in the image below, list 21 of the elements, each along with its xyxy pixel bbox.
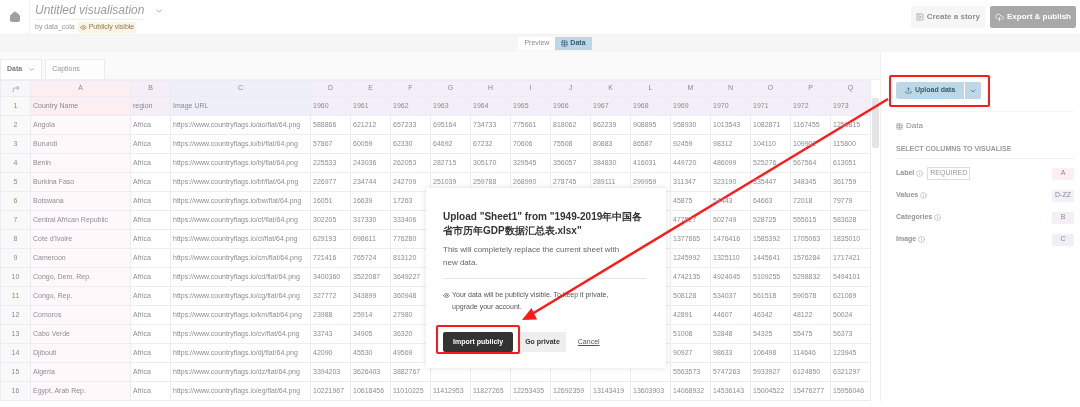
play-icon xyxy=(915,13,924,21)
corner-arrow-icon[interactable] xyxy=(11,84,20,93)
table-icon xyxy=(561,40,569,47)
chevron-down-icon xyxy=(28,66,36,73)
export-button[interactable]: Export & publish xyxy=(990,6,1076,28)
upload-icon xyxy=(904,87,912,94)
info-icon[interactable] xyxy=(920,192,928,199)
info-icon[interactable] xyxy=(934,214,942,221)
upload-options-button[interactable] xyxy=(965,82,981,99)
eye-icon xyxy=(443,292,450,299)
section-heading: Data xyxy=(906,120,923,132)
home-icon[interactable] xyxy=(8,11,21,23)
dialog-message: This will completely replace the current sheet with new data. xyxy=(443,244,621,269)
story-button[interactable]: Create a story xyxy=(910,6,985,28)
table-icon xyxy=(896,122,903,130)
visualisation-title[interactable]: Untitled visualisation xyxy=(35,1,145,21)
dialog-title: Upload "Sheet1" from "1949-2019年中国各省市历年GDP数据汇总表.xlsx" xyxy=(443,210,643,238)
info-icon[interactable] xyxy=(918,236,926,243)
info-icon[interactable] xyxy=(916,170,924,177)
scrollbar[interactable] xyxy=(872,98,879,148)
cloud-upload-icon xyxy=(995,12,1004,22)
